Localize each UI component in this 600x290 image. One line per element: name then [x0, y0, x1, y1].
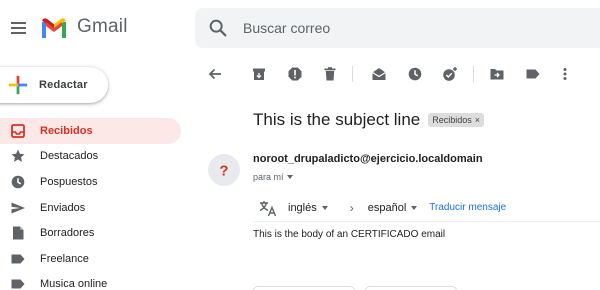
label-icon [10, 251, 26, 267]
unknown-sender-icon: ? [212, 158, 236, 182]
svg-text:?: ? [219, 163, 228, 180]
source-language-select[interactable]: inglés [288, 202, 328, 214]
back-arrow-icon[interactable] [204, 63, 226, 85]
more-vert-icon[interactable] [554, 63, 576, 85]
label-icon [10, 276, 26, 290]
translate-message-link[interactable]: Traducir mensaje [429, 202, 506, 213]
sidebar-item-label: Pospuestos [40, 175, 98, 188]
message-subject: This is the subject line [253, 110, 421, 129]
recipient-details[interactable]: para mí [253, 172, 293, 182]
target-language: español [367, 201, 407, 214]
sidebar-item-label: Recibidos [40, 124, 93, 137]
labels-icon[interactable] [522, 63, 544, 85]
message-body: This is the body of an CERTIFICADO email [253, 229, 446, 240]
send-icon [10, 200, 26, 216]
message-toolbar [195, 60, 600, 88]
sidebar-item-freelance[interactable]: Freelance [0, 246, 181, 272]
move-to-icon[interactable] [486, 63, 508, 85]
search-icon[interactable] [207, 17, 229, 39]
top-header: Gmail [0, 0, 600, 56]
main-menu-icon[interactable] [6, 16, 30, 40]
recipient-label: para mí [253, 172, 284, 182]
sidebar-item-label: Freelance [40, 252, 89, 265]
sidebar-item-musica-online[interactable]: Musica online [0, 272, 181, 290]
report-spam-icon[interactable] [284, 63, 306, 85]
draft-icon [10, 225, 26, 241]
add-task-icon[interactable] [439, 63, 461, 85]
caret-down-icon [411, 205, 418, 210]
app-name: Gmail [77, 16, 128, 37]
sidebar-item-borradores[interactable]: Borradores [0, 220, 181, 246]
target-language-select[interactable]: español [368, 202, 418, 214]
forward-button[interactable] [365, 286, 457, 290]
gmail-app: Gmail Redactar Recibidos [0, 0, 600, 290]
sidebar-item-destacados[interactable]: Destacados [0, 144, 181, 170]
arrow-right-icon: › [349, 200, 354, 215]
subject-row: This is the subject line Recibidos × [253, 110, 485, 130]
sidebar-item-enviados[interactable]: Enviados [0, 195, 181, 221]
archive-icon[interactable] [248, 63, 270, 85]
compose-label: Redactar [39, 79, 88, 91]
translate-icon [259, 200, 277, 216]
remove-label-icon[interactable]: × [475, 115, 480, 125]
toolbar-divider [473, 66, 474, 82]
plus-icon [8, 75, 28, 95]
clock-icon [10, 174, 26, 190]
sidebar-item-label: Destacados [40, 150, 99, 163]
gmail-m-icon [42, 17, 66, 38]
toolbar-divider [352, 66, 353, 82]
sidebar-item-recibidos[interactable]: Recibidos [0, 118, 181, 144]
sidebar-item-label: Borradores [40, 227, 95, 240]
reply-button[interactable] [253, 286, 355, 290]
label-chip[interactable]: Recibidos × [428, 113, 485, 127]
translate-bar: inglés › español Traducir mensaje [253, 194, 600, 220]
gmail-logo[interactable]: Gmail [40, 16, 128, 38]
search-bar[interactable] [195, 8, 600, 48]
source-language: inglés [288, 201, 317, 214]
label-chip-text: Recibidos [432, 115, 472, 125]
translate-divider [253, 221, 600, 222]
star-icon [10, 148, 26, 164]
avatar[interactable]: ? [208, 154, 240, 186]
sidebar-item-pospuestos[interactable]: Pospuestos [0, 169, 181, 195]
caret-down-icon [321, 205, 328, 210]
mark-unread-icon[interactable] [368, 63, 390, 85]
delete-icon[interactable] [319, 63, 341, 85]
sidebar-nav: Recibidos Destacados Pospuestos Enviados… [0, 118, 185, 290]
compose-button[interactable]: Redactar [0, 67, 108, 103]
snooze-icon[interactable] [404, 63, 426, 85]
sidebar-item-label: Enviados [40, 201, 86, 214]
caret-down-icon [286, 175, 293, 179]
inbox-icon [10, 123, 26, 139]
search-input[interactable] [243, 20, 543, 36]
sidebar-item-label: Musica online [40, 278, 108, 290]
sender-address[interactable]: noroot_drupaladicto@ejercicio.localdomai… [253, 153, 483, 165]
